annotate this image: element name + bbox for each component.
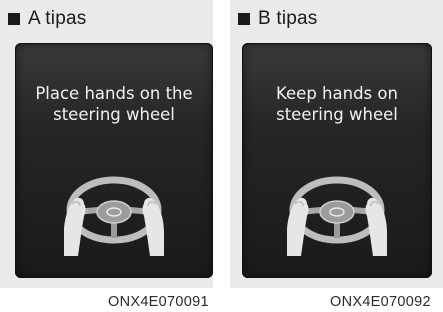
steering-wheel-hands-icon [277, 160, 397, 260]
cluster-display: Keep hands on steering wheel [242, 43, 432, 278]
cluster-display: Place hands on the steering wheel [15, 43, 213, 278]
image-code-label: ONX4E070091 [108, 294, 209, 310]
panel-a: A tipas Place hands on the steering whee… [0, 0, 213, 288]
panel-header: A tipas [8, 8, 86, 30]
square-bullet-icon [238, 13, 250, 25]
panel-b: B tipas Keep hands on steering wheel [230, 0, 443, 288]
steering-wheel-hands-icon [54, 160, 174, 260]
image-code-label: ONX4E070092 [330, 294, 431, 310]
square-bullet-icon [8, 13, 20, 25]
warning-message: Place hands on the steering wheel [35, 84, 193, 124]
warning-message: Keep hands on steering wheel [276, 84, 398, 124]
panel-title: A tipas [28, 8, 87, 29]
panel-title: B tipas [258, 8, 318, 29]
panel-header: B tipas [238, 8, 318, 30]
